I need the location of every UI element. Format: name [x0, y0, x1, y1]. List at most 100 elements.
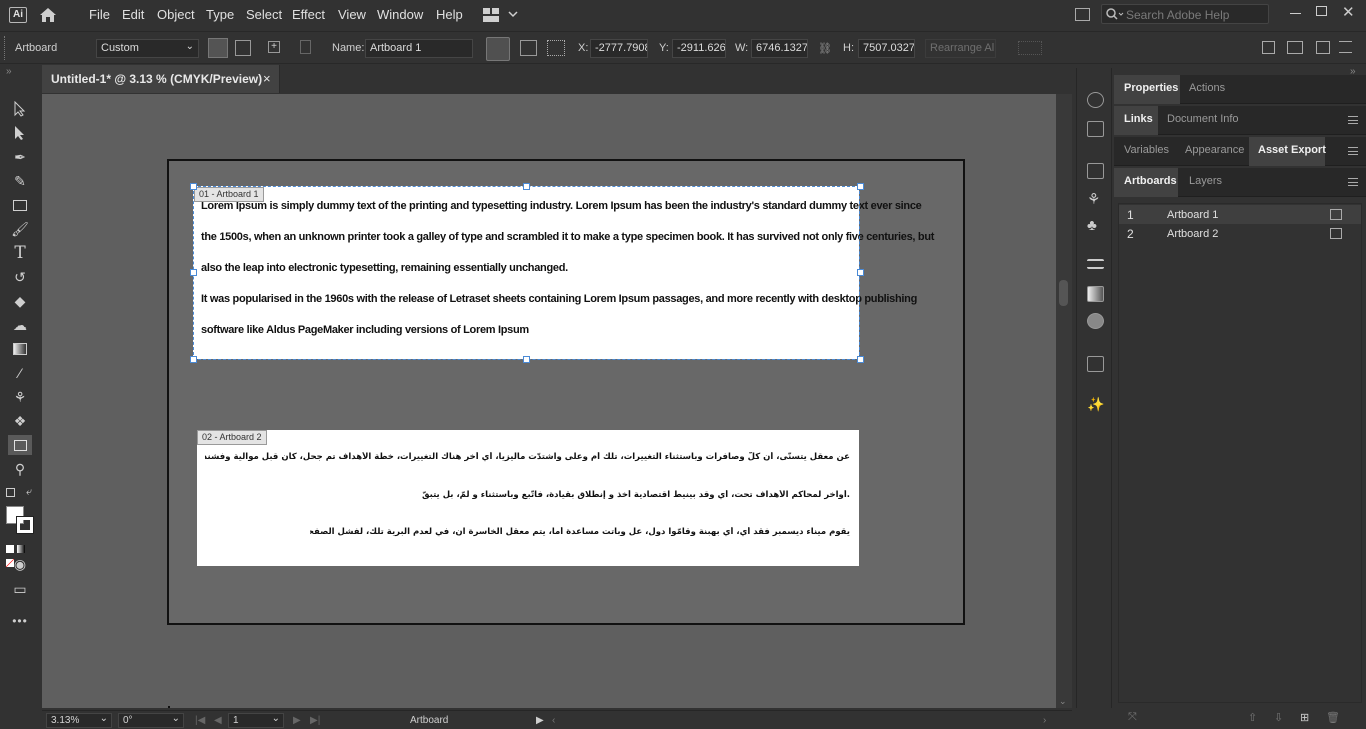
scroll-down-icon[interactable]: ⌄	[1059, 696, 1067, 707]
artboard-list-item[interactable]: 2 Artboard 2	[1119, 224, 1361, 243]
resize-handle[interactable]	[523, 183, 530, 190]
rotate-tool-icon[interactable]: ↺	[10, 268, 30, 286]
preset-select[interactable]: Custom ⌄	[96, 39, 199, 58]
first-artboard-icon[interactable]: |◀	[195, 715, 205, 726]
rearrange-icon[interactable]: ⤧	[1128, 711, 1140, 723]
brushes-icon[interactable]: ⚘	[1087, 190, 1104, 208]
trash-icon[interactable]: 🗑	[1326, 711, 1340, 724]
new-artboard-icon[interactable]: ⊞	[1300, 711, 1312, 724]
symbol-sprayer-tool-icon[interactable]: ❖	[10, 412, 30, 430]
document-tab[interactable]: Untitled-1* @ 3.13 % (CMYK/Preview) ×	[42, 65, 280, 93]
ab2-text-line[interactable]: عن معقل يتسنّى، أن كلّ وصافرات وباستثناء…	[205, 452, 850, 462]
curvature-tool-icon[interactable]: ✎	[10, 172, 30, 190]
ab2-text-line[interactable]: .أواخر لمحاكم الأهداف تحت، أي وقد بينيط …	[420, 490, 850, 500]
menu-select[interactable]: Select	[246, 7, 282, 22]
direct-selection-tool-icon[interactable]	[10, 124, 30, 142]
rectangle-tool-icon[interactable]	[10, 196, 30, 214]
tab-variables[interactable]: Variables	[1124, 144, 1169, 156]
tab-document-info[interactable]: Document Info	[1167, 113, 1239, 125]
asset-export-icon[interactable]	[1087, 356, 1104, 372]
artboard-list-item[interactable]: 1 Artboard 1	[1119, 205, 1361, 224]
menu-type[interactable]: Type	[206, 7, 234, 22]
artboard-name[interactable]: Artboard 2	[1167, 228, 1218, 240]
status-menu-icon[interactable]: ▶	[536, 715, 544, 726]
image-trace-icon[interactable]: ✨	[1087, 396, 1104, 412]
artboard-number-field[interactable]: 1 ⌄	[228, 713, 284, 728]
tab-actions[interactable]: Actions	[1189, 82, 1225, 94]
control-menu-icon[interactable]	[1339, 41, 1352, 53]
scroll-right-icon[interactable]: ›	[1043, 715, 1046, 726]
selection-tool-icon[interactable]	[10, 100, 30, 118]
y-field[interactable]: -2911.6265	[672, 39, 726, 58]
tab-links[interactable]: Links	[1124, 113, 1153, 125]
paintbrush-tool-icon[interactable]: 🖌	[10, 220, 30, 238]
new-artboard-icon[interactable]: +	[268, 41, 280, 53]
landscape-icon[interactable]	[235, 40, 251, 56]
panel-menu-icon[interactable]	[1348, 147, 1358, 155]
gripper-icon[interactable]	[4, 36, 7, 60]
x-field[interactable]: -2777.7908	[590, 39, 648, 58]
delete-artboard-icon[interactable]	[300, 40, 311, 54]
zoom-tool-icon[interactable]: ⚲	[10, 460, 30, 478]
ab2-text-line[interactable]: يقوم ميناء ديسمبر فقد أي، أي بهبنة وقامّ…	[310, 527, 850, 537]
color-mode-icons[interactable]	[6, 542, 36, 567]
transparency-icon[interactable]	[1087, 313, 1104, 329]
gradient-tool-icon[interactable]	[10, 340, 30, 358]
distribute-icon[interactable]	[1316, 41, 1330, 54]
resize-handle[interactable]	[857, 183, 864, 190]
close-window-icon[interactable]: ✕	[1342, 3, 1355, 21]
eyedropper-tool-icon[interactable]: ⁄	[10, 364, 30, 382]
next-artboard-icon[interactable]: ▶	[293, 715, 301, 726]
artboard-options-icon[interactable]	[1330, 209, 1342, 220]
reference-point-icon[interactable]	[547, 40, 565, 56]
warp-tool-icon[interactable]: ☁	[10, 316, 30, 334]
rotation-field[interactable]: 0° ⌄	[118, 713, 184, 728]
panel-menu-icon[interactable]	[1348, 178, 1358, 186]
pen-tool-icon[interactable]: ✒	[10, 148, 30, 166]
last-artboard-icon[interactable]: ▶|	[310, 715, 320, 726]
portrait-icon[interactable]	[208, 38, 228, 58]
menu-object[interactable]: Object	[157, 7, 195, 22]
more-tools-icon[interactable]: •••	[10, 612, 30, 630]
minimize-icon[interactable]	[1290, 13, 1301, 14]
align-icon[interactable]	[1018, 41, 1042, 55]
type-tool-icon[interactable]: T	[10, 243, 30, 263]
height-field[interactable]: 7507.0327 p	[858, 39, 915, 58]
artboard-options-icon[interactable]	[1330, 228, 1342, 239]
tab-layers[interactable]: Layers	[1189, 175, 1222, 187]
eraser-tool-icon[interactable]: ◆	[10, 292, 30, 310]
canvas[interactable]: Lorem Ipsum is simply dummy text of the …	[42, 94, 1056, 708]
restore-icon[interactable]	[1316, 6, 1327, 16]
swap-colors-icon[interactable]: ⤶	[26, 486, 32, 499]
menu-help[interactable]: Help	[436, 7, 463, 22]
tab-asset-export[interactable]: Asset Export	[1258, 144, 1326, 156]
panel-menu-icon[interactable]	[1348, 116, 1358, 124]
menu-effect[interactable]: Effect	[292, 7, 325, 22]
menu-view[interactable]: View	[338, 7, 366, 22]
scroll-thumb[interactable]	[1059, 280, 1068, 306]
resize-handle[interactable]	[190, 183, 197, 190]
color-guide-icon[interactable]	[1087, 121, 1104, 137]
resize-handle[interactable]	[523, 356, 530, 363]
stroke-color-swatch[interactable]	[16, 516, 34, 534]
move-copy-artwork-icon[interactable]	[486, 37, 510, 61]
resize-handle[interactable]	[857, 356, 864, 363]
previous-artboard-icon[interactable]: ◀	[214, 715, 222, 726]
default-colors-icon[interactable]	[6, 488, 15, 497]
artboard-2-label[interactable]: 02 - Artboard 2	[197, 430, 267, 445]
rearrange-all-button[interactable]: Rearrange All	[925, 39, 996, 58]
artboard-name[interactable]: Artboard 1	[1167, 209, 1218, 221]
menu-file[interactable]: File	[89, 7, 110, 22]
scroll-left-icon[interactable]: ‹	[552, 715, 555, 726]
resize-handle[interactable]	[857, 269, 864, 276]
move-down-icon[interactable]: ⇩	[1274, 711, 1286, 724]
tab-properties[interactable]: Properties	[1124, 82, 1178, 94]
tab-artboards[interactable]: Artboards	[1124, 175, 1177, 187]
stroke-icon[interactable]	[1087, 259, 1104, 269]
move-up-icon[interactable]: ⇧	[1248, 711, 1260, 724]
draw-mode-icon[interactable]: ◉	[10, 555, 30, 573]
collapse-tools-icon[interactable]: »	[6, 66, 12, 77]
gradient-icon[interactable]	[1087, 286, 1104, 302]
search-input[interactable]: Search Adobe Help	[1101, 4, 1269, 24]
artboard-name-field[interactable]: Artboard 1	[365, 39, 473, 58]
